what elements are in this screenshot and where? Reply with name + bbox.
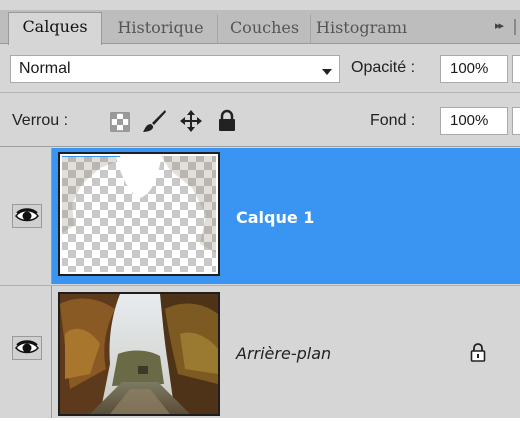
layer-name[interactable]: Calque 1 [236,208,314,227]
visibility-column [0,148,52,284]
blend-row: Normal Opacité : 100% [0,45,520,93]
padlock-icon[interactable] [217,109,237,133]
dropdown-arrow-icon[interactable] [322,69,332,75]
forest-photo-thumbnail [60,294,218,414]
move-icon[interactable] [178,108,204,134]
visibility-toggle[interactable] [12,204,42,228]
opacity-slider-button[interactable] [512,55,520,83]
blend-mode-select[interactable]: Normal [10,55,340,83]
layer-name[interactable]: Arrière-plan [236,344,331,363]
tab-historique[interactable]: Historique [104,14,218,44]
tab-overflow-icon[interactable]: ▸▸ [495,19,504,32]
panel-menu-icon[interactable] [514,19,516,35]
eye-icon [15,340,39,354]
lock-label: Verrou : [12,112,69,129]
fill-slider-button[interactable] [512,107,520,135]
layer-lock-icon [470,343,486,362]
opacity-input[interactable]: 100% [440,55,508,83]
tab-couches[interactable]: Couches [219,14,311,44]
eye-icon [15,208,39,222]
lock-row: Verrou : Fond : 100% [0,94,520,147]
visibility-column [0,286,52,418]
layer-content-preview [60,154,218,254]
tab-calques[interactable]: Calques [8,12,102,45]
tab-histogramme[interactable]: Histogramı [312,14,428,44]
transparency-checkerboard [60,154,218,274]
opacity-label: Opacité : [351,59,416,76]
layer-row-calque-1[interactable]: Calque 1 [0,148,520,284]
layers-panel: Calques Historique Couches Histogramı ▸▸… [0,0,520,421]
fill-label: Fond : [370,112,416,129]
layer-thumbnail[interactable] [58,152,220,276]
brush-icon[interactable] [141,108,167,134]
lock-transparency-icon[interactable] [110,112,130,132]
layer-thumbnail[interactable] [58,292,220,416]
fill-input[interactable]: 100% [440,107,508,135]
visibility-toggle[interactable] [12,336,42,360]
panel-tab-bar: Calques Historique Couches Histogramı ▸▸ [0,10,520,45]
layer-row-arriere-plan[interactable]: Arrière-plan [0,285,520,418]
